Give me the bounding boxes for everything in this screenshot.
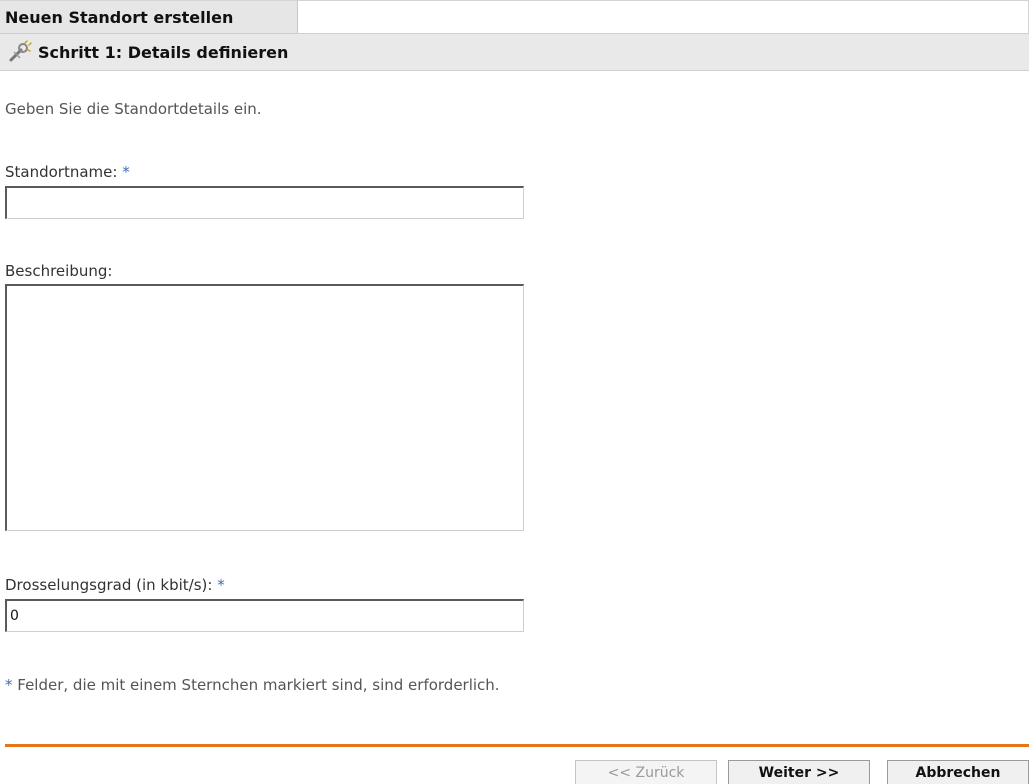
required-fields-note: * Felder, die mit einem Sternchen markie… <box>5 676 500 694</box>
cancel-button[interactable]: Abbrechen <box>887 760 1029 784</box>
throttle-rate-input[interactable] <box>5 599 524 632</box>
title-bar: Neuen Standort erstellen <box>0 0 1029 34</box>
footer-divider <box>5 744 1029 747</box>
description-label: Beschreibung: <box>5 262 113 280</box>
throttle-rate-label: Drosselungsgrad (in kbit/s): * <box>5 576 225 594</box>
page-title: Neuen Standort erstellen <box>5 8 234 27</box>
description-textarea[interactable] <box>5 284 524 531</box>
location-name-label-text: Standortname: <box>5 163 123 181</box>
required-fields-note-text: Felder, die mit einem Sternchen markiert… <box>12 676 500 694</box>
location-name-label: Standortname: * <box>5 163 130 181</box>
back-button[interactable]: << Zurück <box>575 760 717 784</box>
intro-text: Geben Sie die Standortdetails ein. <box>5 100 262 118</box>
required-marker: * <box>217 576 225 594</box>
next-button[interactable]: Weiter >> <box>728 760 870 784</box>
required-marker: * <box>5 676 13 694</box>
new-location-wizard: Neuen Standort erstellen Schritt 1: Deta… <box>0 0 1029 784</box>
title-tab: Neuen Standort erstellen <box>0 0 298 33</box>
step-title: Schritt 1: Details definieren <box>38 43 289 62</box>
location-name-input[interactable] <box>5 186 524 219</box>
throttle-rate-label-text: Drosselungsgrad (in kbit/s): <box>5 576 218 594</box>
required-marker: * <box>122 163 130 181</box>
step-header: Schritt 1: Details definieren <box>0 33 1029 71</box>
wrench-wand-icon <box>8 40 32 64</box>
title-bar-filler <box>298 0 1029 33</box>
